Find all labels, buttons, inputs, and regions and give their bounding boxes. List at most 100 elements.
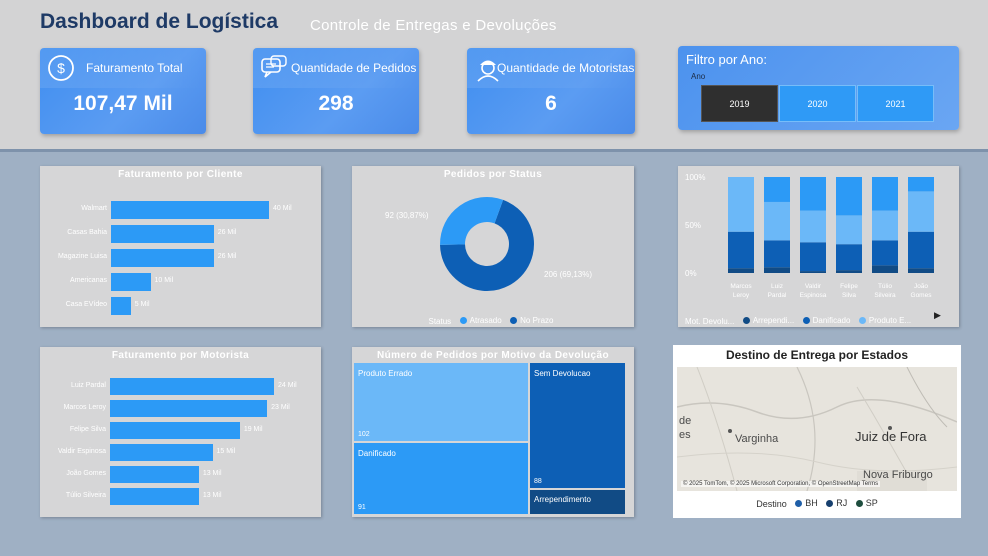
bar[interactable] xyxy=(111,273,151,291)
bar[interactable] xyxy=(110,444,213,461)
stacked-bar-segment[interactable] xyxy=(908,231,934,269)
page-subtitle: Controle de Entregas e Devoluções xyxy=(310,17,557,34)
panel-faturamento-motorista: Faturamento por Motorista Luiz Pardal 24 … xyxy=(40,347,321,517)
map-canvas[interactable]: de es Varginha Juiz de Fora Nova Friburg… xyxy=(677,367,957,491)
panel-title: Número de Pedidos por Motivo da Devoluçã… xyxy=(377,350,609,361)
treemap-cell-arrependimento[interactable]: Arrependimento xyxy=(529,489,626,515)
stacked-bar-segment[interactable] xyxy=(872,210,898,241)
kpi-label: Faturamento Total xyxy=(86,61,183,75)
map-legend: Destino BH RJ SP xyxy=(673,498,961,509)
x-category-label: Felipe xyxy=(840,283,858,290)
stacked-bar-segment[interactable] xyxy=(728,268,754,273)
bar-value-label: 13 Mil xyxy=(202,492,222,499)
legend-item-danificado[interactable]: Danificado xyxy=(802,316,851,325)
bar-category-label: João Gomes xyxy=(66,470,106,477)
panel-pedidos-status: Pedidos por Status 92 (30,87%) 206 (69,13… xyxy=(352,166,634,327)
stacked-bar-segment[interactable] xyxy=(800,271,826,273)
stacked-bar-segment[interactable] xyxy=(800,210,826,243)
legend-item-produto-errado[interactable]: Produto E... xyxy=(858,316,912,325)
stacked-bar-segment[interactable] xyxy=(764,177,790,202)
stacked-bar-segment[interactable] xyxy=(800,177,826,211)
legend-item-sp[interactable]: SP xyxy=(855,498,878,508)
treemap-cell-danificado[interactable]: Danificado 91 xyxy=(353,442,529,515)
bar[interactable] xyxy=(110,466,199,483)
status-legend: Status Atrasado No Prazo xyxy=(352,311,634,329)
stacked-bar-segment[interactable] xyxy=(836,215,862,245)
stacked-bar-segment[interactable] xyxy=(764,267,790,273)
y-tick-label: 100% xyxy=(685,173,705,182)
year-button-2019[interactable]: 2019 xyxy=(701,85,778,122)
legend-item-arrependimento[interactable]: Arrependi... xyxy=(742,316,794,325)
legend-next-arrow-icon[interactable]: ▶ xyxy=(934,310,941,321)
legend-label: No Prazo xyxy=(520,316,554,325)
bar-value-label: 13 Mil xyxy=(202,470,222,477)
stacked-bar-segment[interactable] xyxy=(908,177,934,192)
stacked-bar-segment[interactable] xyxy=(836,244,862,271)
treemap-cell-sem-devolucao[interactable]: Sem Devolucao 88 xyxy=(529,362,626,489)
bar[interactable] xyxy=(110,378,274,395)
stacked-bar-segment[interactable] xyxy=(872,265,898,273)
stacked-bar-segment[interactable] xyxy=(728,177,754,232)
treemap-value: 102 xyxy=(358,431,370,438)
bar[interactable] xyxy=(110,400,268,417)
bar-value-label: 26 Mil xyxy=(217,253,237,260)
legend-swatch xyxy=(826,499,834,507)
year-button-2021[interactable]: 2021 xyxy=(857,85,934,122)
bar[interactable] xyxy=(111,297,131,315)
legend-label: BH xyxy=(805,498,818,508)
bar[interactable] xyxy=(111,225,214,243)
kpi-label: Quantidade de Motoristas xyxy=(497,61,635,75)
treemap-cell-produto-errado[interactable]: Produto Errado 102 xyxy=(353,362,529,442)
year-button-2020[interactable]: 2020 xyxy=(779,85,856,122)
bar-category-label: Casa EVídeo xyxy=(65,301,107,308)
treemap-label: Danificado xyxy=(358,449,396,458)
stacked-bar-segment[interactable] xyxy=(836,270,862,273)
bar-category-label: Casas Bahia xyxy=(67,229,107,236)
chat-bubbles-icon xyxy=(261,55,287,78)
panel-devolucao-motorista: 0% 50% 100% Marcos Leroy Luiz Pardal Valdir Espi… xyxy=(678,166,959,327)
bar[interactable] xyxy=(111,201,269,219)
map-city-label: Juiz de Fora xyxy=(855,429,927,444)
stacked-bar-segment[interactable] xyxy=(764,240,790,268)
panel-map: Destino de Entrega por Estados de es Var… xyxy=(673,345,961,518)
bar-category-label: Marcos Leroy xyxy=(63,404,106,411)
legend-item-rj[interactable]: RJ xyxy=(826,498,847,508)
stacked-bar-segment[interactable] xyxy=(872,240,898,266)
bar-value-label: 24 Mil xyxy=(278,382,297,389)
svg-text:$: $ xyxy=(57,60,65,76)
legend-swatch xyxy=(742,317,750,324)
stacked-bar-segment[interactable] xyxy=(728,231,754,269)
map-city-label: Nova Friburgo xyxy=(863,469,933,481)
legend-item-atrasado[interactable]: Atrasado xyxy=(459,316,502,325)
legend-label: Produto E... xyxy=(868,316,912,325)
stacked-bar-segment[interactable] xyxy=(872,177,898,211)
x-category-label: Silva xyxy=(842,292,856,299)
bar[interactable] xyxy=(110,488,199,505)
legend-item-bh[interactable]: BH xyxy=(795,498,818,508)
y-tick-label: 50% xyxy=(685,221,701,230)
treemap-label: Arrependimento xyxy=(534,495,591,504)
stacked-bar-segment[interactable] xyxy=(800,242,826,272)
bar[interactable] xyxy=(111,249,214,267)
legend-item-no-prazo[interactable]: No Prazo xyxy=(510,316,553,325)
bar[interactable] xyxy=(110,422,240,439)
kpi-card-pedidos: Quantidade de Pedidos 298 xyxy=(253,48,419,134)
stacked-bar-segment[interactable] xyxy=(908,268,934,273)
donut-chart: 92 (30,87%) 206 (69,13%) xyxy=(385,197,592,291)
donut-slice[interactable] xyxy=(440,197,504,245)
bar-category-label: Túlio Silveira xyxy=(65,492,106,499)
bar-value-label: 23 Mil xyxy=(271,404,290,411)
bar-value-label: 40 Mil xyxy=(273,205,292,212)
legend-title: Status xyxy=(428,317,452,326)
stacked-bar-segment[interactable] xyxy=(908,191,934,232)
x-category-label: Luiz xyxy=(771,283,783,290)
legend-label: Danificado xyxy=(812,316,851,325)
panel-title: Faturamento por Cliente xyxy=(118,169,243,180)
kpi-card-faturamento: $ Faturamento Total 107,47 Mil xyxy=(40,48,206,134)
stacked-bar-segment[interactable] xyxy=(764,201,790,241)
stacked-bar-segment[interactable] xyxy=(836,177,862,216)
map-city-marker xyxy=(888,426,892,430)
kpi-value: 107,47 Mil xyxy=(73,92,173,115)
map-city-label: de xyxy=(679,415,692,427)
legend-label: Atrasado xyxy=(469,316,502,325)
